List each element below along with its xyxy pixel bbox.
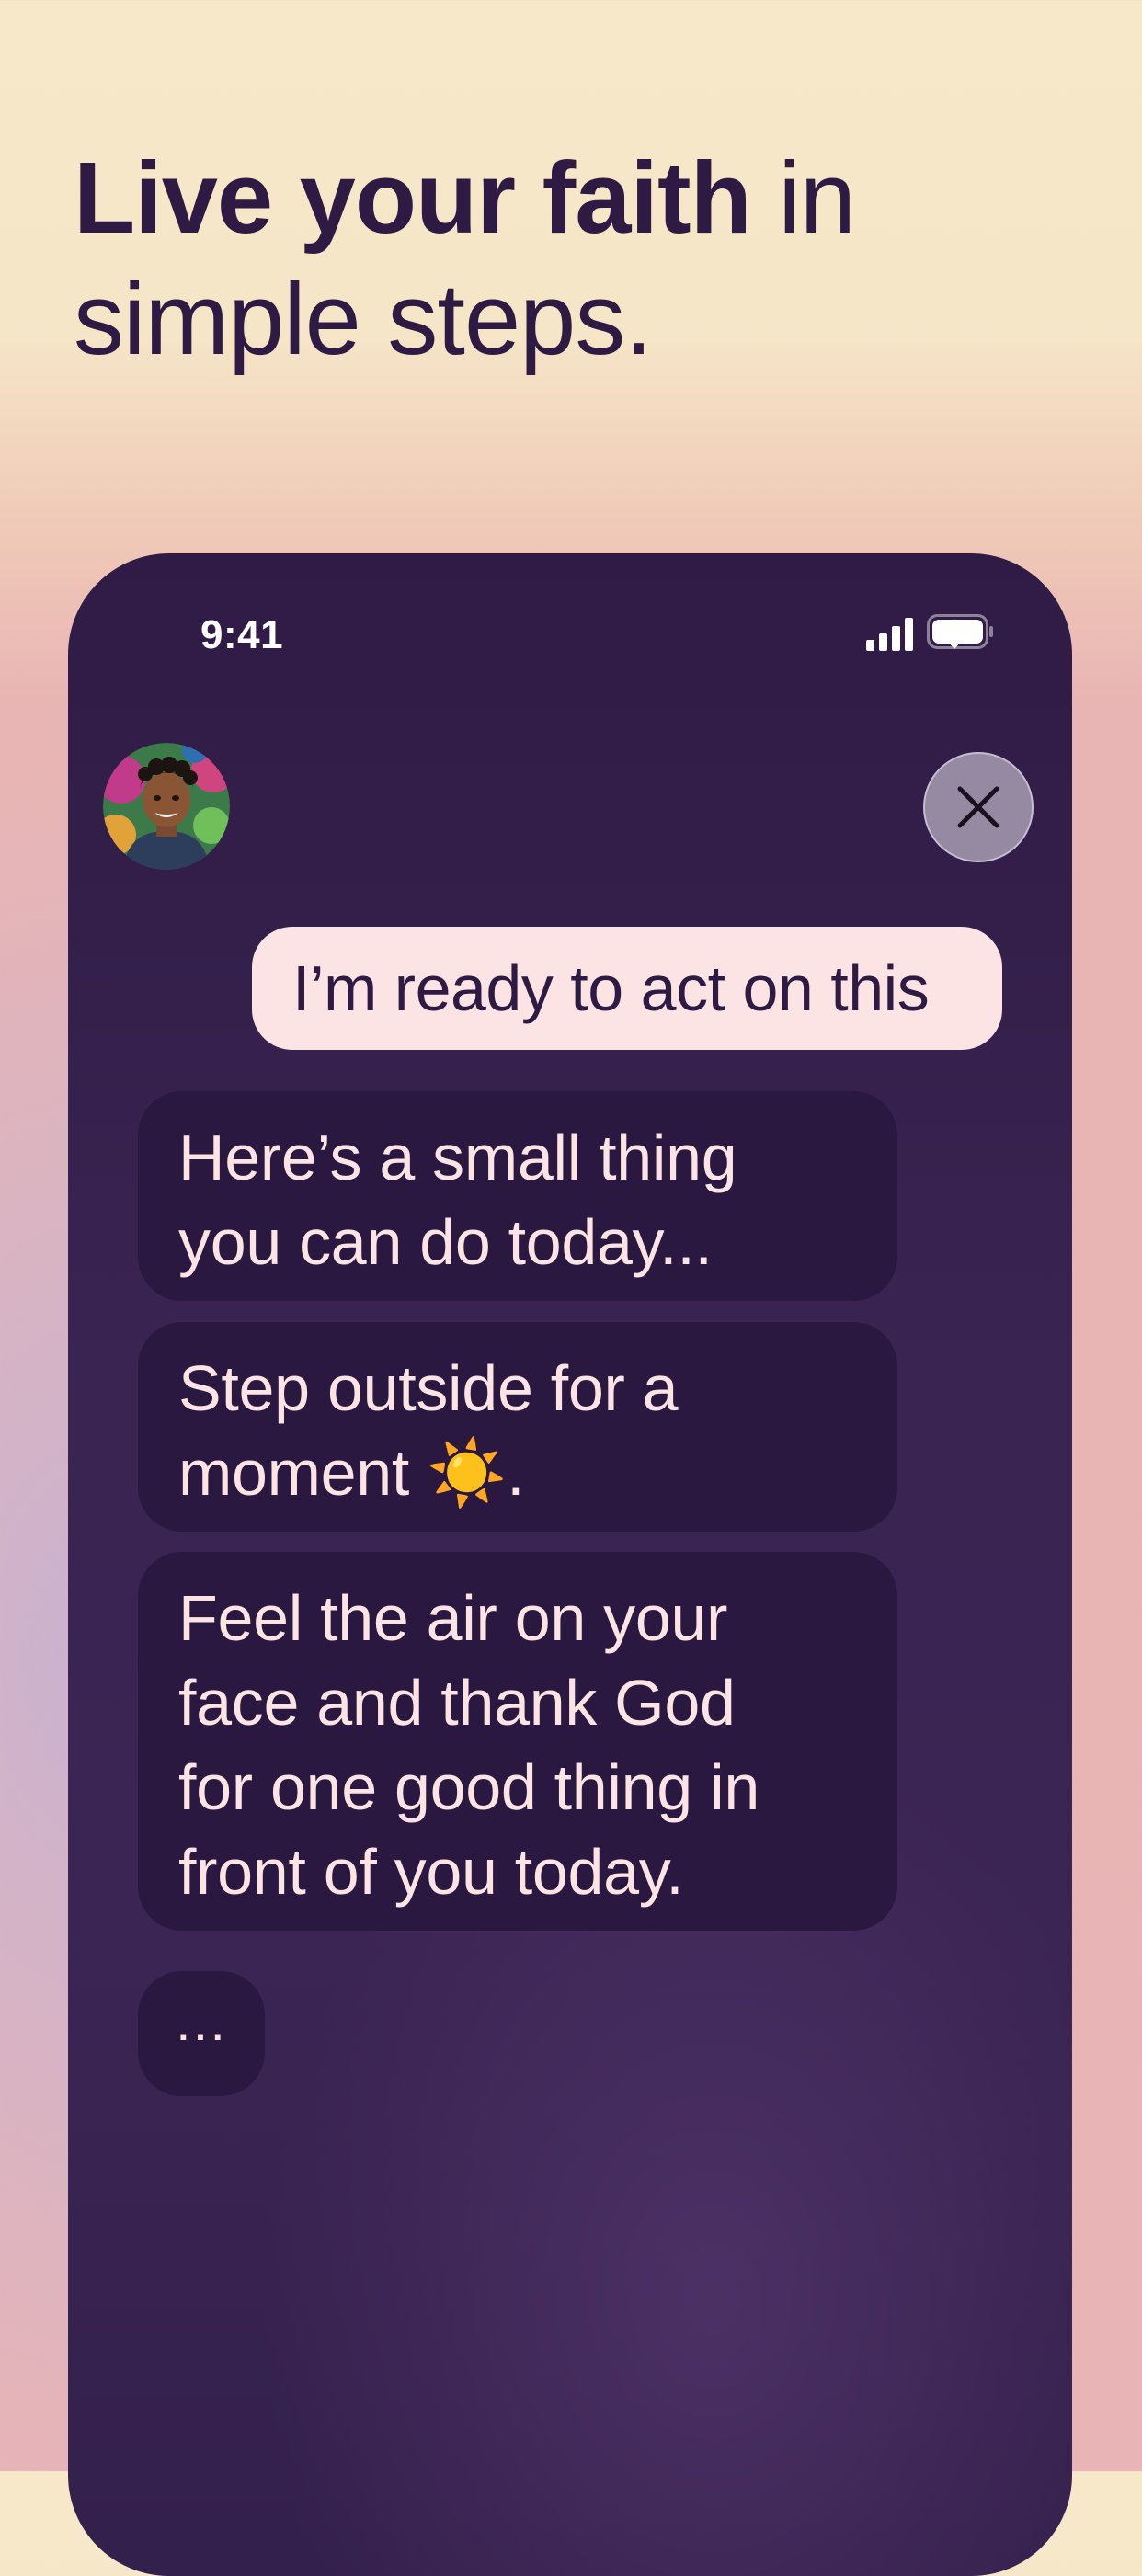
avatar-portrait xyxy=(103,743,230,870)
close-icon xyxy=(957,786,999,828)
bot-message-line: moment ☀️. xyxy=(178,1437,525,1509)
bot-message-line: Step outside for a xyxy=(178,1352,679,1424)
status-bar: 9:41 xyxy=(68,553,1072,719)
signal-icon xyxy=(866,618,913,651)
phone-mockup: 9:41 I’m ready to act on this Here’s a s… xyxy=(68,553,1072,2576)
typing-indicator: ... xyxy=(138,1971,265,2096)
headline-bold: Live your faith xyxy=(74,142,752,255)
bot-message-line: face and thank God xyxy=(178,1667,736,1738)
user-message-bubble: I’m ready to act on this xyxy=(252,927,1002,1050)
bot-message-line: you can do today... xyxy=(178,1206,713,1278)
headline: Live your faith in simple steps. xyxy=(74,138,1085,381)
bot-message-bubble: Step outside for a moment ☀️. xyxy=(138,1322,897,1532)
bot-message-line: Here’s a small thing xyxy=(178,1122,737,1193)
avatar xyxy=(103,743,230,870)
battery-icon xyxy=(927,614,993,649)
bot-message-line: front of you today. xyxy=(178,1836,684,1908)
bot-message-line: Feel the air on your xyxy=(178,1582,728,1654)
close-button[interactable] xyxy=(923,752,1034,862)
bot-message-line: for one good thing in xyxy=(178,1751,759,1823)
bot-message-bubble: Feel the air on your face and thank God … xyxy=(138,1552,897,1931)
bot-message-bubble: Here’s a small thing you can do today... xyxy=(138,1091,897,1301)
user-message-text: I’m ready to act on this xyxy=(292,952,930,1024)
status-time: 9:41 xyxy=(200,612,284,657)
